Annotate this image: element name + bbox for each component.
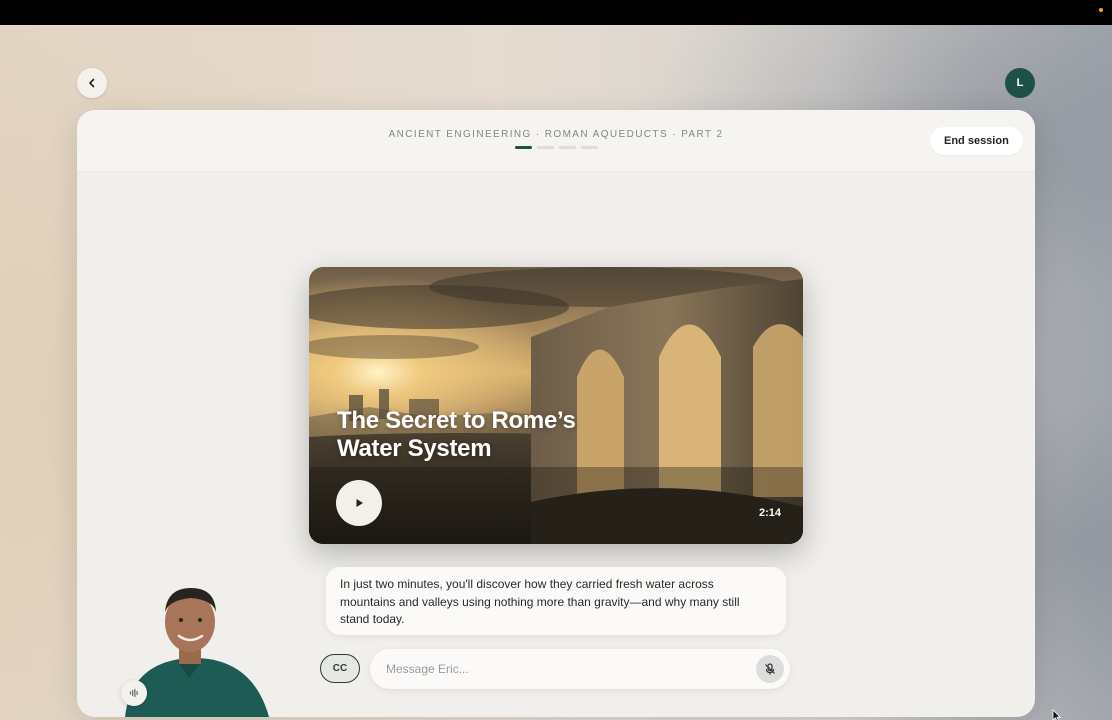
progress-step-3 (559, 146, 576, 149)
message-input[interactable] (386, 649, 746, 689)
video-title: The Secret to Rome’s Water System (337, 407, 637, 463)
chevron-left-icon (89, 78, 95, 88)
system-top-bar (0, 0, 1112, 25)
play-icon (356, 499, 363, 507)
progress-step-1 (515, 146, 532, 149)
aqueduct-thumbnail (309, 267, 803, 544)
user-avatar[interactable]: L (1005, 68, 1035, 98)
progress-step-2 (537, 146, 554, 149)
video-card[interactable]: The Secret to Rome’s Water System 2:14 (309, 267, 803, 544)
progress-step-4 (581, 146, 598, 149)
video-title-line-2: Water System (337, 435, 492, 462)
session-header: ANCIENT ENGINEERING · ROMAN AQUEDUCTS · … (77, 110, 1035, 172)
mouse-cursor-icon (1052, 709, 1062, 720)
closed-captions-button[interactable]: CC (320, 654, 360, 683)
tutor-caption: In just two minutes, you'll discover how… (326, 567, 786, 635)
breadcrumb: ANCIENT ENGINEERING · ROMAN AQUEDUCTS · … (388, 129, 724, 140)
play-button[interactable] (336, 480, 382, 526)
video-title-line-1: The Secret to Rome’s (337, 407, 576, 434)
mic-off-icon (765, 663, 775, 675)
waveform-icon (129, 688, 138, 698)
message-composer (370, 649, 790, 689)
presenter-audio-button[interactable] (121, 680, 147, 706)
end-session-button[interactable]: End session (930, 127, 1023, 155)
session-progress (515, 146, 598, 149)
recording-indicator-icon (1099, 8, 1103, 12)
video-duration: 2:14 (758, 507, 781, 519)
back-button[interactable] (77, 68, 107, 98)
session-panel: ANCIENT ENGINEERING · ROMAN AQUEDUCTS · … (77, 110, 1035, 717)
mute-mic-button[interactable] (756, 655, 784, 683)
app-background: L ANCIENT ENGINEERING · ROMAN AQUEDUCTS … (0, 25, 1112, 720)
